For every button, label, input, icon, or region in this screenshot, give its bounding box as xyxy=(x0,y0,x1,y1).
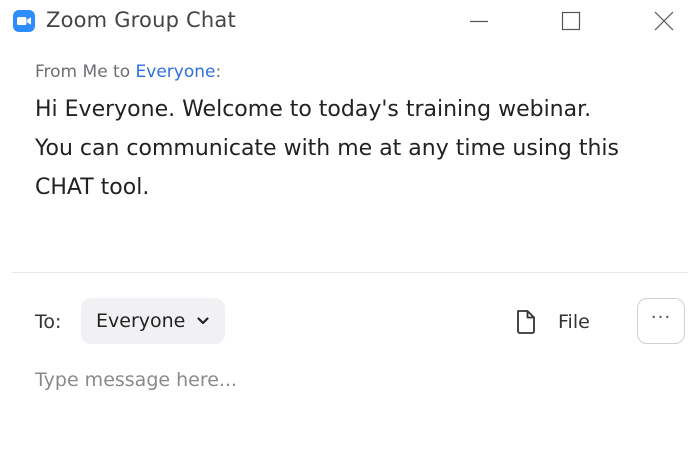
minimize-icon xyxy=(470,20,488,23)
message-from-label: From Me to xyxy=(35,62,136,82)
close-icon xyxy=(654,11,674,31)
recipient-dropdown-value: Everyone xyxy=(96,310,186,332)
to-label: To: xyxy=(35,311,62,333)
recipient-dropdown[interactable]: Everyone xyxy=(81,298,225,344)
title-bar[interactable]: Zoom Group Chat xyxy=(0,0,688,44)
message-input[interactable] xyxy=(35,363,655,397)
file-button[interactable]: File xyxy=(510,302,610,342)
chevron-down-icon xyxy=(197,317,209,325)
maximize-button[interactable] xyxy=(548,0,594,44)
message-header: From Me to Everyone: xyxy=(35,62,221,82)
close-button[interactable] xyxy=(640,0,686,44)
compose-divider xyxy=(12,272,688,273)
more-options-button[interactable]: ··· xyxy=(637,298,685,344)
more-options-icon: ··· xyxy=(650,307,672,328)
file-icon xyxy=(517,310,535,334)
minimize-button[interactable] xyxy=(456,0,502,44)
maximize-icon xyxy=(561,11,581,31)
chat-message-list: From Me to Everyone: Hi Everyone. Welcom… xyxy=(0,44,688,272)
message-text: Hi Everyone. Welcome to today's training… xyxy=(35,97,619,200)
message-recipient-link[interactable]: Everyone xyxy=(136,62,216,82)
message-header-suffix: : xyxy=(215,62,222,82)
window-title: Zoom Group Chat xyxy=(46,8,236,32)
zoom-chat-window: Zoom Group Chat From Me to Everyone: Hi … xyxy=(0,0,688,456)
zoom-camera-icon xyxy=(13,10,35,32)
file-label: File xyxy=(558,311,590,333)
